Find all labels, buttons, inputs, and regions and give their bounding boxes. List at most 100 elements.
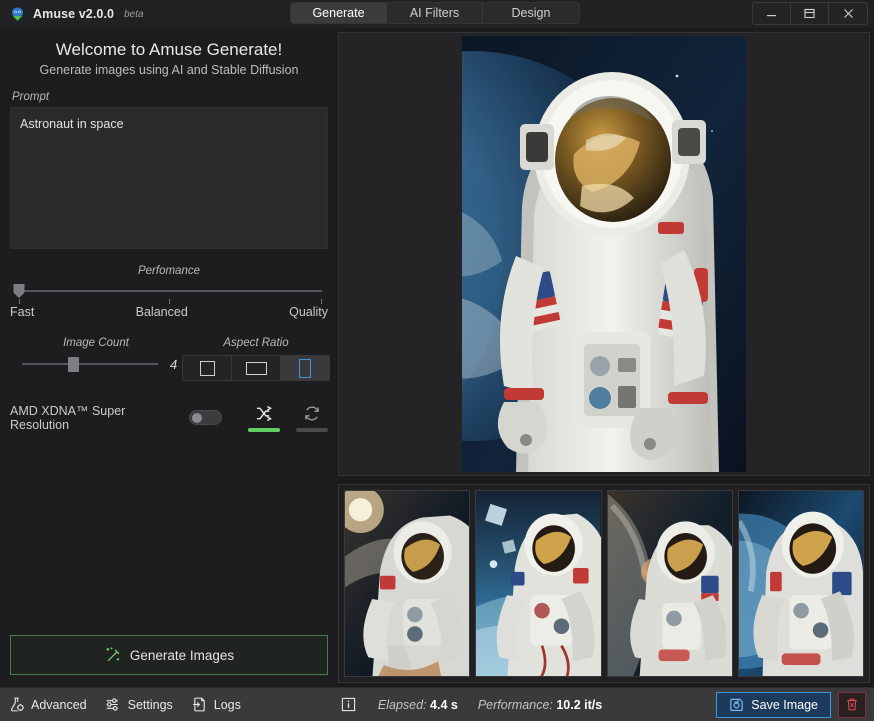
performance-min-label: Fast	[10, 305, 34, 319]
aspect-ratio-group: Aspect Ratio	[182, 337, 330, 381]
thumbnail-image-3	[608, 491, 732, 676]
flask-gear-icon	[8, 696, 25, 713]
settings-button[interactable]: Settings	[105, 696, 173, 713]
elapsed-label: Elapsed:	[378, 698, 427, 712]
aspect-ratio-buttons	[182, 355, 330, 381]
tab-ai-filters[interactable]: AI Filters	[387, 3, 483, 23]
sliders-icon	[105, 696, 122, 713]
image-count-group: Image Count 4	[10, 337, 182, 373]
image-count-slider[interactable]	[10, 355, 162, 373]
thumbnail-image-4	[739, 491, 863, 676]
logs-button[interactable]: Logs	[191, 696, 241, 713]
amuse-robot-logo-icon	[9, 6, 26, 23]
left-panel-spacer	[10, 432, 328, 635]
image-count-track	[22, 363, 158, 365]
info-box-icon	[341, 697, 356, 712]
main-body: Welcome to Amuse Generate! Generate imag…	[0, 28, 874, 687]
welcome-subtitle: Generate images using AI and Stable Diff…	[10, 63, 328, 77]
delete-image-button[interactable]	[838, 692, 866, 718]
maximize-icon	[803, 7, 816, 20]
aspect-ratio-portrait-button[interactable]	[281, 356, 329, 380]
tab-design[interactable]: Design	[483, 3, 579, 23]
app-brand: Amuse v2.0.0 beta	[0, 6, 144, 23]
status-actions: Save Image	[716, 692, 866, 718]
reuse-seed-button[interactable]	[296, 403, 328, 432]
file-export-icon	[191, 696, 208, 713]
shuffle-icon	[255, 405, 274, 422]
seed-actions	[248, 403, 328, 432]
gallery-panel	[338, 28, 874, 687]
generate-images-label: Generate Images	[130, 648, 234, 663]
performance-max-label: Quality	[289, 305, 328, 319]
prompt-label: Prompt	[12, 91, 328, 103]
count-aspect-row: Image Count 4 Aspect Ratio	[10, 337, 328, 381]
thumbnail-image-2	[476, 491, 600, 676]
super-resolution-row: AMD XDNA™ Super Resolution	[10, 403, 328, 432]
elapsed-value: 4.4 s	[430, 698, 458, 712]
close-button[interactable]	[829, 3, 867, 24]
app-title: Amuse v2.0.0	[33, 7, 114, 21]
image-count-thumb[interactable]	[68, 357, 79, 372]
magic-wand-icon	[104, 646, 122, 664]
performance-mid-label: Balanced	[136, 305, 188, 319]
tab-ai-filters-label: AI Filters	[410, 6, 459, 20]
welcome-block: Welcome to Amuse Generate! Generate imag…	[10, 28, 328, 77]
shuffle-seed-button[interactable]	[248, 403, 280, 432]
minimize-button[interactable]	[753, 3, 791, 24]
generate-images-button[interactable]: Generate Images	[10, 635, 328, 675]
trash-delete-icon	[845, 697, 859, 712]
portrait-shape-icon	[299, 359, 311, 378]
performance-slider[interactable]	[10, 284, 328, 298]
performance-thumb[interactable]	[14, 284, 25, 298]
preview-image-pane[interactable]	[338, 32, 870, 476]
super-resolution-label: AMD XDNA™ Super Resolution	[10, 404, 181, 432]
title-bar: Amuse v2.0.0 beta Generate AI Filters De…	[0, 0, 874, 28]
thumbnail-item-3[interactable]	[607, 490, 733, 677]
thumbnail-item-2[interactable]	[475, 490, 601, 677]
controls-panel: Welcome to Amuse Generate! Generate imag…	[0, 28, 338, 687]
settings-label: Settings	[128, 698, 173, 712]
performance-metric-value: 10.2 it/s	[556, 698, 602, 712]
save-image-label: Save Image	[751, 698, 818, 712]
toggle-knob	[192, 413, 202, 423]
performance-slider-group: Perfomance Fast Balanced Quality	[10, 265, 328, 319]
thumbnail-image-1	[345, 491, 469, 676]
refresh-icon	[303, 405, 321, 422]
main-tabs: Generate AI Filters Design	[290, 2, 580, 24]
square-shape-icon	[200, 361, 215, 376]
thumbnail-item-4[interactable]	[738, 490, 864, 677]
thumbnail-item-1[interactable]	[344, 490, 470, 677]
tab-generate[interactable]: Generate	[291, 3, 387, 23]
advanced-label: Advanced	[31, 698, 87, 712]
performance-labels: Fast Balanced Quality	[10, 305, 328, 319]
performance-ticks	[10, 299, 328, 304]
image-count-control: 4	[10, 355, 182, 373]
floppy-save-icon	[729, 697, 744, 712]
prompt-input[interactable]	[10, 107, 328, 249]
landscape-shape-icon	[246, 362, 267, 375]
logs-label: Logs	[214, 698, 241, 712]
save-image-button[interactable]: Save Image	[716, 692, 831, 718]
maximize-button[interactable]	[791, 3, 829, 24]
tab-generate-label: Generate	[312, 6, 364, 20]
elapsed-metric: Elapsed: 4.4 s	[378, 698, 458, 712]
aspect-ratio-label: Aspect Ratio	[182, 337, 330, 349]
image-count-value: 4	[170, 357, 182, 372]
window-controls	[752, 2, 868, 25]
tab-design-label: Design	[512, 6, 551, 20]
performance-metric-label: Performance:	[478, 698, 553, 712]
aspect-ratio-square-button[interactable]	[183, 356, 232, 380]
thumbnail-strip	[338, 484, 870, 683]
close-icon	[842, 7, 855, 20]
app-beta-badge: beta	[124, 9, 143, 20]
aspect-ratio-landscape-button[interactable]	[232, 356, 281, 380]
performance-metric: Performance: 10.2 it/s	[478, 698, 602, 712]
welcome-title: Welcome to Amuse Generate!	[10, 40, 328, 60]
advanced-button[interactable]: Advanced	[8, 696, 87, 713]
minimize-icon	[765, 7, 778, 20]
info-button[interactable]	[341, 697, 356, 712]
status-bar: Advanced Settings Logs	[0, 687, 874, 721]
super-resolution-toggle[interactable]	[189, 410, 222, 425]
preview-image	[462, 36, 746, 472]
performance-track	[16, 290, 322, 292]
